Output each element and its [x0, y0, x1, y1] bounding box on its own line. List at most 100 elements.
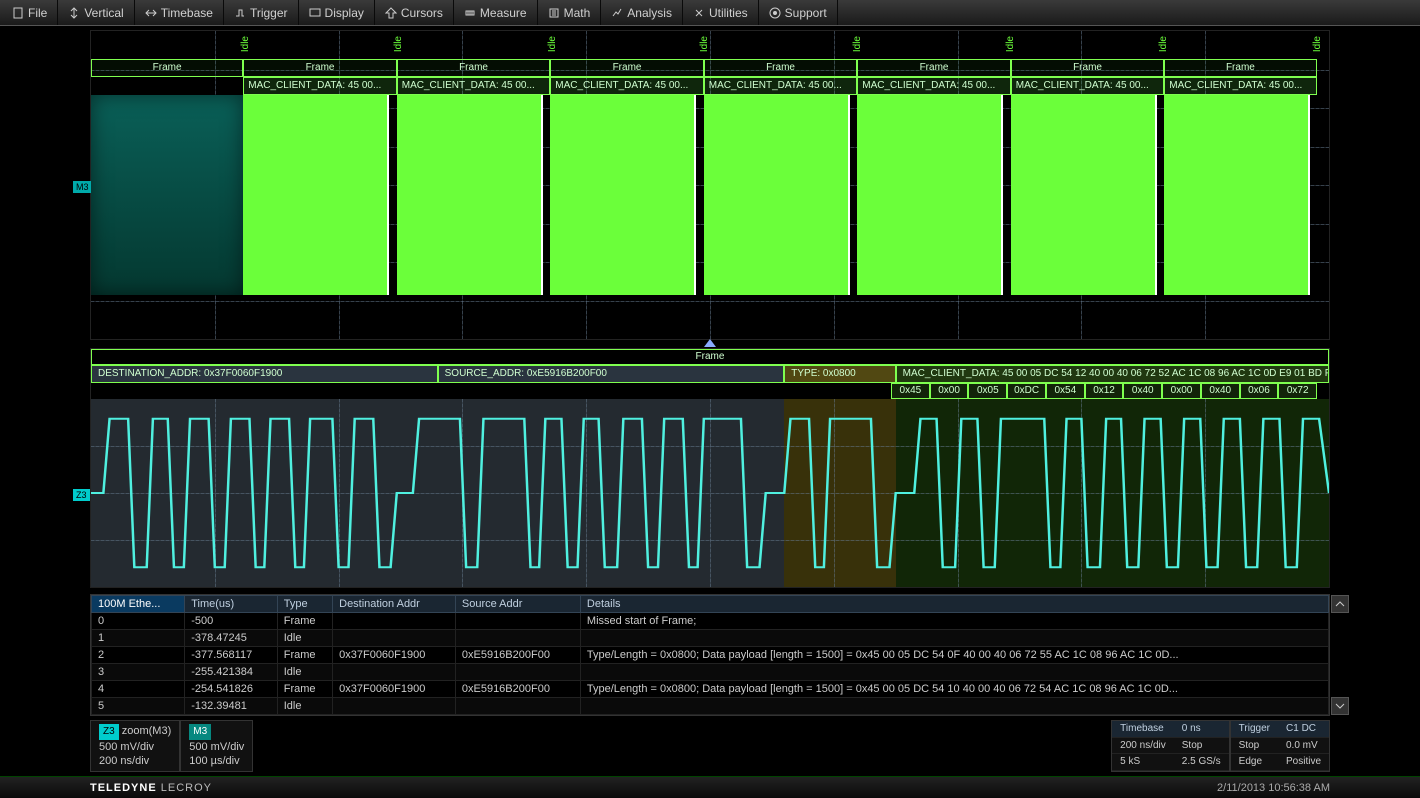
- signal-block: [857, 95, 1003, 295]
- table-header-type[interactable]: Type: [277, 596, 332, 613]
- menu-timebase[interactable]: Timebase: [135, 0, 224, 25]
- m3-trace-label: M3: [73, 181, 92, 193]
- table-header-dest[interactable]: Destination Addr: [333, 596, 456, 613]
- z3-vdiv: 500 mV/div: [99, 741, 154, 753]
- menu-math[interactable]: Math: [538, 0, 602, 25]
- table-header-details[interactable]: Details: [580, 596, 1328, 613]
- table-cell-time: -378.47245: [185, 630, 278, 647]
- trigger-level: 0.0 mV: [1278, 738, 1329, 755]
- signal-block: [397, 95, 543, 295]
- idle-label: Idle: [393, 36, 404, 52]
- table-row[interactable]: 2-377.568117Frame0x37F0060F19000xE5916B2…: [92, 647, 1329, 664]
- zoom-frame-label: Frame: [91, 349, 1329, 365]
- timebase-icon: [145, 7, 157, 19]
- upper-waveform-pane[interactable]: M3 Idle Idle Idle Idle Idle Idle Idle Id…: [90, 30, 1330, 340]
- status-timebase[interactable]: Timebase0 ns 200 ns/divStop 5 kS2.5 GS/s: [1111, 720, 1230, 772]
- menu-cursors[interactable]: Cursors: [375, 0, 454, 25]
- table-header-time[interactable]: Time(us): [185, 596, 278, 613]
- cursors-icon: [385, 7, 397, 19]
- analysis-icon: [611, 7, 623, 19]
- idle-label: Idle: [852, 36, 863, 52]
- signal-block: [550, 95, 696, 295]
- frame-segment: Frame: [550, 59, 704, 77]
- status-m3[interactable]: M3 500 mV/div 100 µs/div: [180, 720, 253, 772]
- menu-file[interactable]: File: [2, 0, 58, 25]
- table-cell-details: [580, 698, 1328, 715]
- frame-segment: Frame: [1011, 59, 1165, 77]
- trigger-icon: [234, 7, 246, 19]
- byte-row: 0x45 0x00 0x05 0xDC 0x54 0x12 0x40 0x00 …: [891, 383, 1317, 399]
- brand-text-1: TELEDYNE: [90, 782, 157, 794]
- scroll-down-button[interactable]: [1331, 697, 1349, 715]
- menu-trigger[interactable]: Trigger: [224, 0, 299, 25]
- menu-support-label: Support: [785, 6, 827, 20]
- decode-row: DESTINATION_ADDR: 0x37F0060F1900 SOURCE_…: [91, 365, 1329, 383]
- menu-utilities-label: Utilities: [709, 6, 748, 20]
- table-row[interactable]: 0-500FrameMissed start of Frame;: [92, 613, 1329, 630]
- table-cell-src: [455, 630, 580, 647]
- status-z3[interactable]: Z3 zoom(M3) 500 mV/div 200 ns/div: [90, 720, 180, 772]
- mac-data-segment: MAC_CLIENT_DATA: 45 00...: [550, 77, 704, 95]
- table-row[interactable]: 1-378.47245Idle: [92, 630, 1329, 647]
- table-header-proto[interactable]: 100M Ethe...: [92, 596, 185, 613]
- timebase-rate: 2.5 GS/s: [1174, 754, 1229, 771]
- table-cell-idx: 4: [92, 681, 185, 698]
- status-trigger[interactable]: TriggerC1 DC Stop0.0 mV EdgePositive: [1230, 720, 1330, 772]
- table-row[interactable]: 5-132.39481Idle: [92, 698, 1329, 715]
- menu-utilities[interactable]: Utilities: [683, 0, 759, 25]
- mac-label-row: MAC_CLIENT_DATA: 45 00... MAC_CLIENT_DAT…: [91, 77, 1329, 95]
- math-icon: [548, 7, 560, 19]
- trigger-slope: Positive: [1278, 754, 1329, 771]
- menu-display-label: Display: [325, 6, 364, 20]
- mac-data-segment: MAC_CLIENT_DATA: 45 00...: [1011, 77, 1165, 95]
- table-cell-src: [455, 664, 580, 681]
- menu-vertical[interactable]: Vertical: [58, 0, 134, 25]
- table-cell-dest: [333, 630, 456, 647]
- utilities-icon: [693, 7, 705, 19]
- table-row[interactable]: 4-254.541826Frame0x37F0060F19000xE5916B2…: [92, 681, 1329, 698]
- table-cell-dest: [333, 664, 456, 681]
- table-cell-type: Frame: [277, 647, 332, 664]
- table-cell-idx: 0: [92, 613, 185, 630]
- table-cell-dest: 0x37F0060F1900: [333, 647, 456, 664]
- timebase-mode: Stop: [1174, 738, 1229, 755]
- m3-vdiv: 500 mV/div: [189, 741, 244, 753]
- frame-segment: Frame: [1164, 59, 1316, 77]
- table-cell-details: Type/Length = 0x0800; Data payload [leng…: [580, 681, 1328, 698]
- table-cell-idx: 5: [92, 698, 185, 715]
- idle-label: Idle: [1005, 36, 1016, 52]
- table-cell-idx: 3: [92, 664, 185, 681]
- table-cell-details: [580, 664, 1328, 681]
- signal-block: [1011, 95, 1157, 295]
- decode-mac-data: MAC_CLIENT_DATA: 45 00 05 DC 54 12 40 00…: [896, 365, 1329, 383]
- table-row[interactable]: 3-255.421384Idle: [92, 664, 1329, 681]
- brand-text-2: LECROY: [161, 782, 212, 794]
- lower-zoom-pane[interactable]: Z3 Frame DESTINATION_ADDR: 0x37F0060F190…: [90, 348, 1330, 588]
- byte-segment: 0x12: [1085, 383, 1124, 399]
- byte-segment: 0x40: [1201, 383, 1240, 399]
- byte-segment: 0x54: [1046, 383, 1085, 399]
- frame-segment: Frame: [704, 59, 858, 77]
- table-cell-type: Idle: [277, 664, 332, 681]
- trigger-marker-icon: [704, 339, 716, 347]
- menu-measure[interactable]: Measure: [454, 0, 538, 25]
- menu-support[interactable]: Support: [759, 0, 838, 25]
- decode-src-addr: SOURCE_ADDR: 0xE5916B200F00: [438, 365, 785, 383]
- scroll-up-button[interactable]: [1331, 595, 1349, 613]
- byte-segment: 0x00: [930, 383, 969, 399]
- menu-display[interactable]: Display: [299, 0, 375, 25]
- table-cell-time: -132.39481: [185, 698, 278, 715]
- decode-table[interactable]: 100M Ethe... Time(us) Type Destination A…: [90, 594, 1330, 716]
- byte-segment: 0x06: [1240, 383, 1279, 399]
- mac-data-segment: MAC_CLIENT_DATA: 45 00...: [704, 77, 858, 95]
- table-cell-time: -255.421384: [185, 664, 278, 681]
- signal-block: [704, 95, 850, 295]
- table-scroll: [1331, 595, 1349, 715]
- table-header-src[interactable]: Source Addr: [455, 596, 580, 613]
- chevron-up-icon: [1335, 599, 1345, 609]
- frame-segment: Frame: [397, 59, 551, 77]
- menu-cursors-label: Cursors: [401, 6, 443, 20]
- menu-analysis[interactable]: Analysis: [601, 0, 683, 25]
- byte-segment: 0x40: [1123, 383, 1162, 399]
- table-cell-src: [455, 613, 580, 630]
